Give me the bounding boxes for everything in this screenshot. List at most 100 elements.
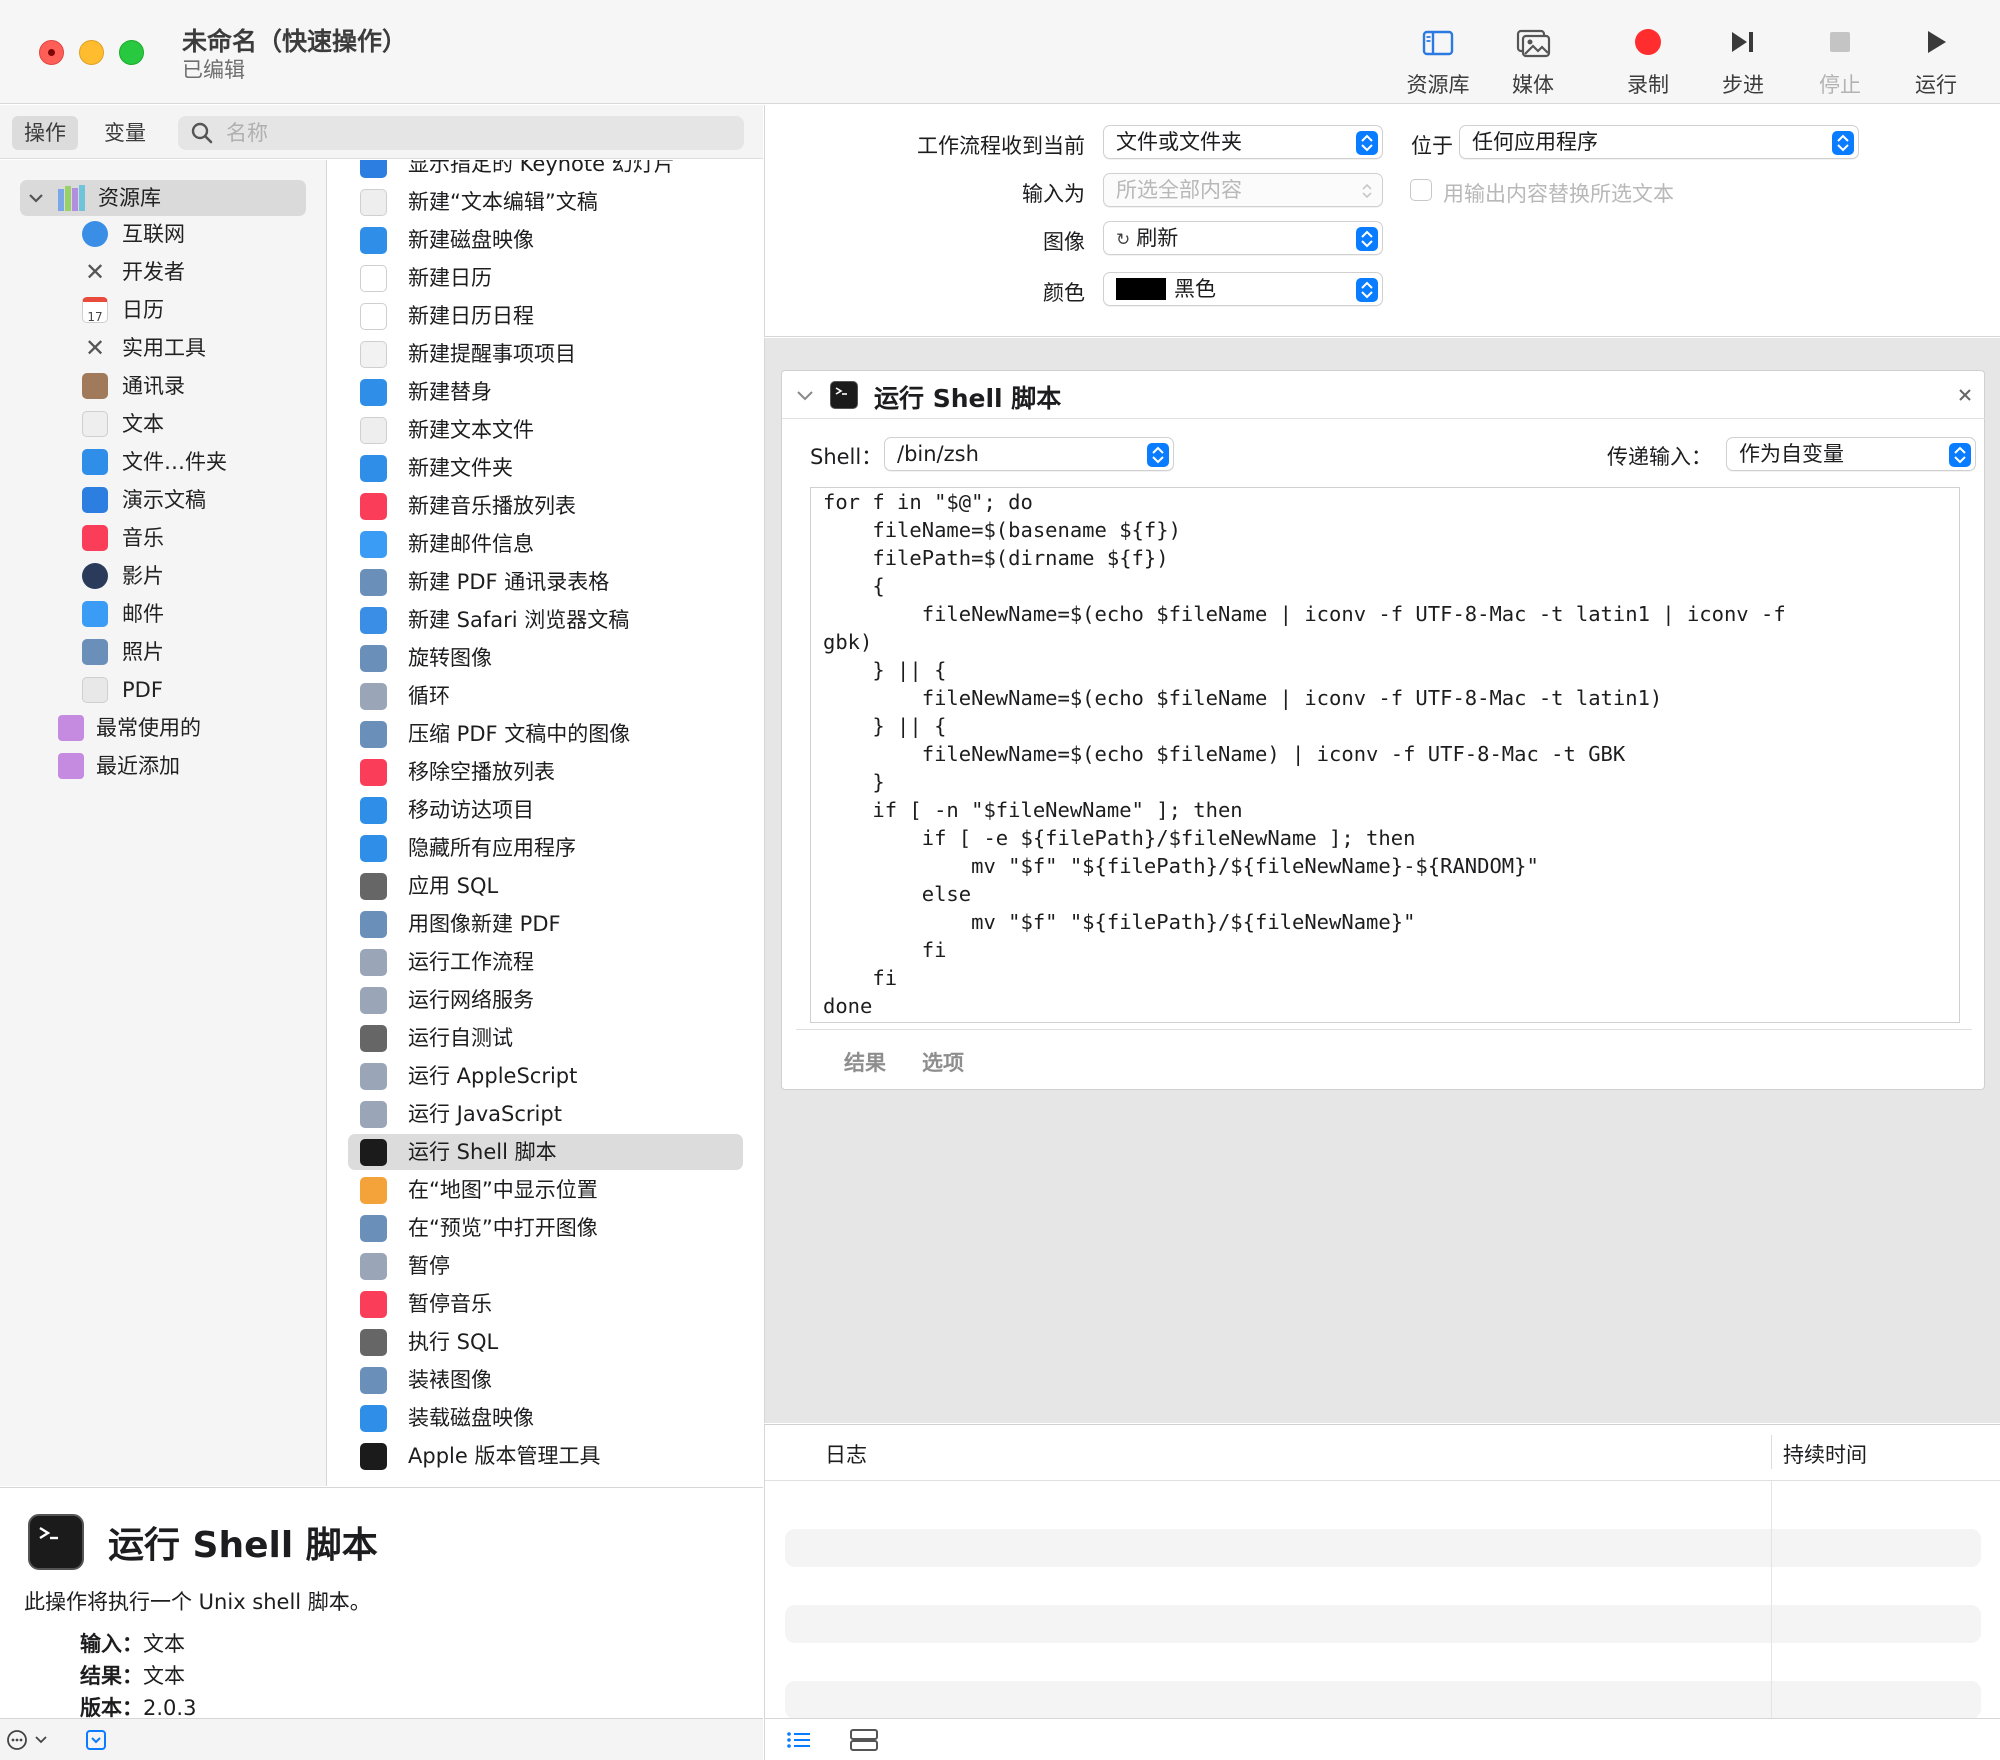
action-list-item[interactable]: 新建邮件信息	[348, 526, 743, 562]
image-popup[interactable]: ↻ 刷新	[1103, 221, 1383, 255]
action-label: 执行 SQL	[408, 1330, 499, 1354]
action-list-item[interactable]: 装载磁盘映像	[348, 1400, 743, 1436]
replace-text-checkbox[interactable]	[1410, 179, 1432, 201]
input-is-popup[interactable]: 所选全部内容	[1103, 173, 1383, 207]
action-list-item[interactable]: 显示指定的 Keynote 幻灯片	[348, 160, 743, 182]
action-list-item[interactable]: 执行 SQL	[348, 1324, 743, 1360]
pass-input-popup[interactable]: 作为自变量	[1726, 437, 1976, 471]
split-view-icon[interactable]	[849, 1728, 879, 1752]
step-forward-icon	[1732, 32, 1753, 52]
action-list-item[interactable]: 运行自测试	[348, 1020, 743, 1056]
action-icon	[360, 417, 387, 444]
stop-toolbar-button[interactable]: 停止	[1795, 22, 1885, 98]
action-icon	[360, 227, 387, 254]
action-list-item[interactable]: 新建“文本编辑”文稿	[348, 184, 743, 220]
action-icon	[360, 1063, 387, 1090]
stop-label: 停止	[1819, 73, 1861, 97]
action-list-item[interactable]: 新建文本文件	[348, 412, 743, 448]
receives-popup[interactable]: 文件或文件夹	[1103, 125, 1383, 159]
action-list-item[interactable]: 新建日历	[348, 260, 743, 296]
action-label: 运行 Shell 脚本	[408, 1140, 557, 1164]
chevron-down-icon[interactable]	[28, 192, 44, 204]
action-label: 新建日历日程	[408, 304, 534, 328]
action-list-item[interactable]: 新建提醒事项项目	[348, 336, 743, 372]
results-tab[interactable]: 结果	[844, 1047, 886, 1077]
action-list-item[interactable]: 新建 PDF 通讯录表格	[348, 564, 743, 600]
action-icon	[360, 265, 387, 292]
action-list-item[interactable]: Apple 版本管理工具	[348, 1438, 743, 1474]
media-toolbar-button[interactable]: 媒体	[1488, 22, 1578, 98]
shell-popup[interactable]: /bin/zsh	[884, 437, 1174, 471]
collapse-chevron-icon[interactable]	[796, 389, 814, 401]
action-list-item[interactable]: 运行工作流程	[348, 944, 743, 980]
action-list-item[interactable]: 在“地图”中显示位置	[348, 1172, 743, 1208]
actions-list: 显示指定的 Keynote 幻灯片 新建“文本编辑”文稿 新建磁盘映像 新建日历新建日…	[328, 160, 763, 1486]
action-list-item[interactable]: 新建 Safari 浏览器文稿	[348, 602, 743, 638]
log-column-header[interactable]: 日志	[825, 1439, 867, 1469]
action-list-item[interactable]: 暂停音乐	[348, 1286, 743, 1322]
action-icon	[360, 160, 387, 178]
action-list-item[interactable]: 新建磁盘映像	[348, 222, 743, 258]
record-toolbar-button[interactable]: 录制	[1603, 22, 1693, 98]
action-list-item[interactable]: 用图像新建 PDF	[348, 906, 743, 942]
close-icon[interactable]	[1956, 386, 1974, 404]
action-list-item[interactable]: 装裱图像	[348, 1362, 743, 1398]
application-popup[interactable]: 任何应用程序	[1459, 125, 1859, 159]
script-editor[interactable]: for f in "$@"; do fileName=$(basename ${…	[810, 487, 1960, 1023]
minimize-window-button[interactable]	[79, 40, 104, 65]
more-options-icon[interactable]	[6, 1729, 54, 1751]
action-list-item[interactable]: 运行 JavaScript	[348, 1096, 743, 1132]
popup-arrows-icon	[1147, 443, 1169, 467]
calendar-icon: 17	[82, 297, 108, 324]
tab-actions[interactable]: 操作	[12, 116, 78, 150]
action-list-item[interactable]: 运行网络服务	[348, 982, 743, 1018]
version-label: 版本：	[80, 1696, 143, 1720]
shell-value: /bin/zsh	[897, 442, 979, 466]
action-icon	[360, 1405, 387, 1432]
zoom-window-button[interactable]	[119, 40, 144, 65]
action-list-item[interactable]: 新建替身	[348, 374, 743, 410]
description-toggle-icon[interactable]	[84, 1728, 108, 1752]
step-toolbar-button[interactable]: 步进	[1698, 22, 1788, 98]
action-icon	[360, 1215, 387, 1242]
action-list-item[interactable]: 压缩 PDF 文稿中的图像	[348, 716, 743, 752]
action-list-item[interactable]: 移动访达项目	[348, 792, 743, 828]
search-field[interactable]	[178, 116, 744, 150]
color-popup[interactable]: 黑色	[1103, 272, 1383, 306]
action-list-item[interactable]: 循环	[348, 678, 743, 714]
action-label: 新建文本文件	[408, 418, 534, 442]
action-icon	[360, 987, 387, 1014]
action-list-item[interactable]: 应用 SQL	[348, 868, 743, 904]
action-list-item[interactable]: 新建日历日程	[348, 298, 743, 334]
action-card-header: 运行 Shell 脚本	[782, 371, 1986, 419]
library-toolbar-button[interactable]: 资源库	[1393, 22, 1483, 98]
action-label: 装载磁盘映像	[408, 1406, 534, 1430]
action-label: 压缩 PDF 文稿中的图像	[408, 722, 631, 746]
search-input[interactable]	[226, 118, 726, 148]
action-list-item[interactable]: 运行 AppleScript	[348, 1058, 743, 1094]
action-icon	[360, 835, 387, 862]
library-root-item[interactable]: 资源库	[20, 180, 306, 216]
action-list-item[interactable]: 运行 Shell 脚本	[348, 1134, 743, 1170]
action-list-item[interactable]: 旋转图像	[348, 640, 743, 676]
action-label: 新建 Safari 浏览器文稿	[408, 608, 630, 632]
popup-arrows-icon	[1832, 131, 1854, 155]
action-list-item[interactable]: 隐藏所有应用程序	[348, 830, 743, 866]
options-tab[interactable]: 选项	[922, 1047, 964, 1077]
pass-input-value: 作为自变量	[1739, 442, 1844, 466]
action-list-item[interactable]: 新建音乐播放列表	[348, 488, 743, 524]
action-list-item[interactable]: 移除空播放列表	[348, 754, 743, 790]
close-window-button[interactable]	[39, 40, 64, 65]
action-list-item[interactable]: 暂停	[348, 1248, 743, 1284]
action-list-item[interactable]: 新建文件夹	[348, 450, 743, 486]
media-label: 媒体	[1512, 73, 1554, 97]
tab-variables[interactable]: 变量	[92, 116, 158, 150]
action-icon	[360, 607, 387, 634]
list-view-icon[interactable]	[785, 1729, 813, 1751]
run-toolbar-button[interactable]: 运行	[1891, 22, 1981, 98]
duration-column-header[interactable]: 持续时间	[1783, 1439, 1867, 1469]
action-icon	[360, 1025, 387, 1052]
left-tab-bar: 操作 变量	[0, 105, 763, 159]
in-label: 位于	[1411, 134, 1453, 158]
action-list-item[interactable]: 在“预览”中打开图像	[348, 1210, 743, 1246]
